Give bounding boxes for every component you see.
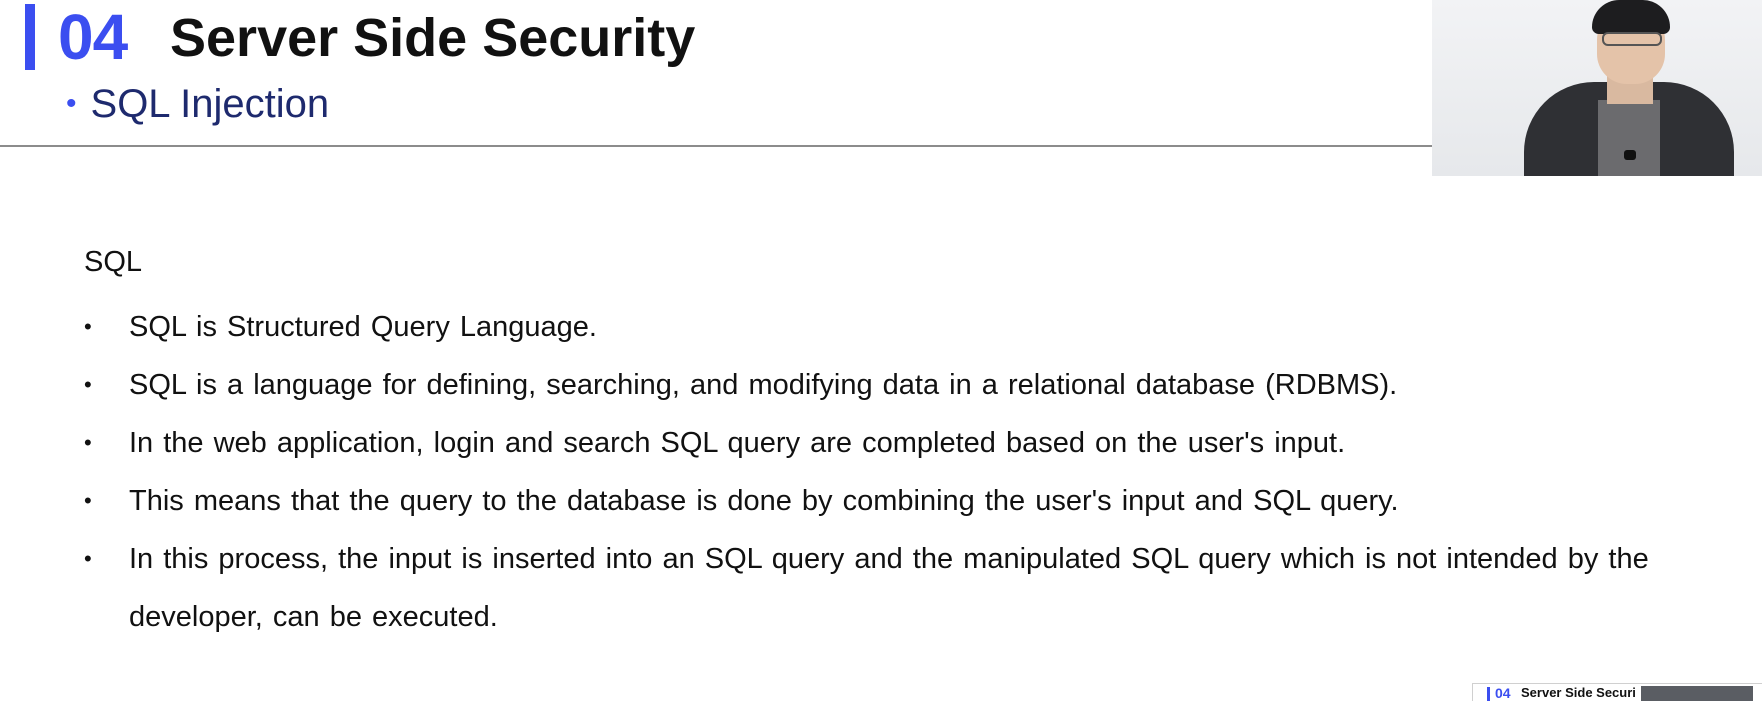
bullet-dot-icon: • (84, 488, 92, 513)
thumbnail-title: Server Side Securi (1521, 685, 1636, 700)
lapel-mic-icon (1624, 150, 1636, 160)
bullet-item: • SQL is a language for defining, search… (84, 356, 1724, 414)
header-divider (0, 145, 1432, 147)
page-title: Server Side Security (170, 8, 696, 68)
bullet-text: SQL is Structured Query Language. (129, 311, 597, 343)
title-accent-bar (25, 4, 35, 70)
section-number: 04 (58, 1, 128, 73)
bullet-item: • In the web application, login and sear… (84, 414, 1724, 472)
content-area: SQL • SQL is Structured Query Language. … (84, 242, 1724, 646)
bullet-item: • This means that the query to the datab… (84, 472, 1724, 530)
bullet-dot-icon: • (84, 372, 92, 397)
bullet-text: SQL is a language for defining, searchin… (129, 369, 1398, 401)
presenter-hair (1592, 0, 1670, 34)
subtitle-row: • SQL Injection (66, 78, 329, 130)
presenter-webcam (1432, 0, 1762, 176)
thumbnail-accent-bar (1487, 687, 1490, 701)
bullet-text: In this process, the input is inserted i… (129, 543, 1649, 633)
presenter-shirt (1598, 100, 1660, 176)
presenter-glasses (1602, 32, 1662, 46)
bullet-dot-icon: • (84, 314, 92, 339)
subtitle-bullet-icon: • (66, 87, 77, 120)
subtitle: SQL Injection (90, 82, 330, 126)
bullet-text: This means that the query to the databas… (129, 485, 1399, 517)
content-heading: SQL (84, 246, 143, 278)
slide: 04 Server Side Security • SQL Injection … (0, 0, 1762, 701)
next-slide-thumbnail[interactable]: 04 Server Side Securi (1472, 683, 1762, 701)
bullet-item: • SQL is Structured Query Language. (84, 298, 1724, 356)
thumbnail-section-number: 04 (1495, 685, 1511, 701)
bullet-dot-icon: • (84, 430, 92, 455)
bullet-item: • In this process, the input is inserted… (84, 530, 1724, 646)
bullet-dot-icon: • (84, 546, 92, 571)
bullet-text: In the web application, login and search… (129, 427, 1346, 459)
thumbnail-webcam (1641, 686, 1753, 701)
